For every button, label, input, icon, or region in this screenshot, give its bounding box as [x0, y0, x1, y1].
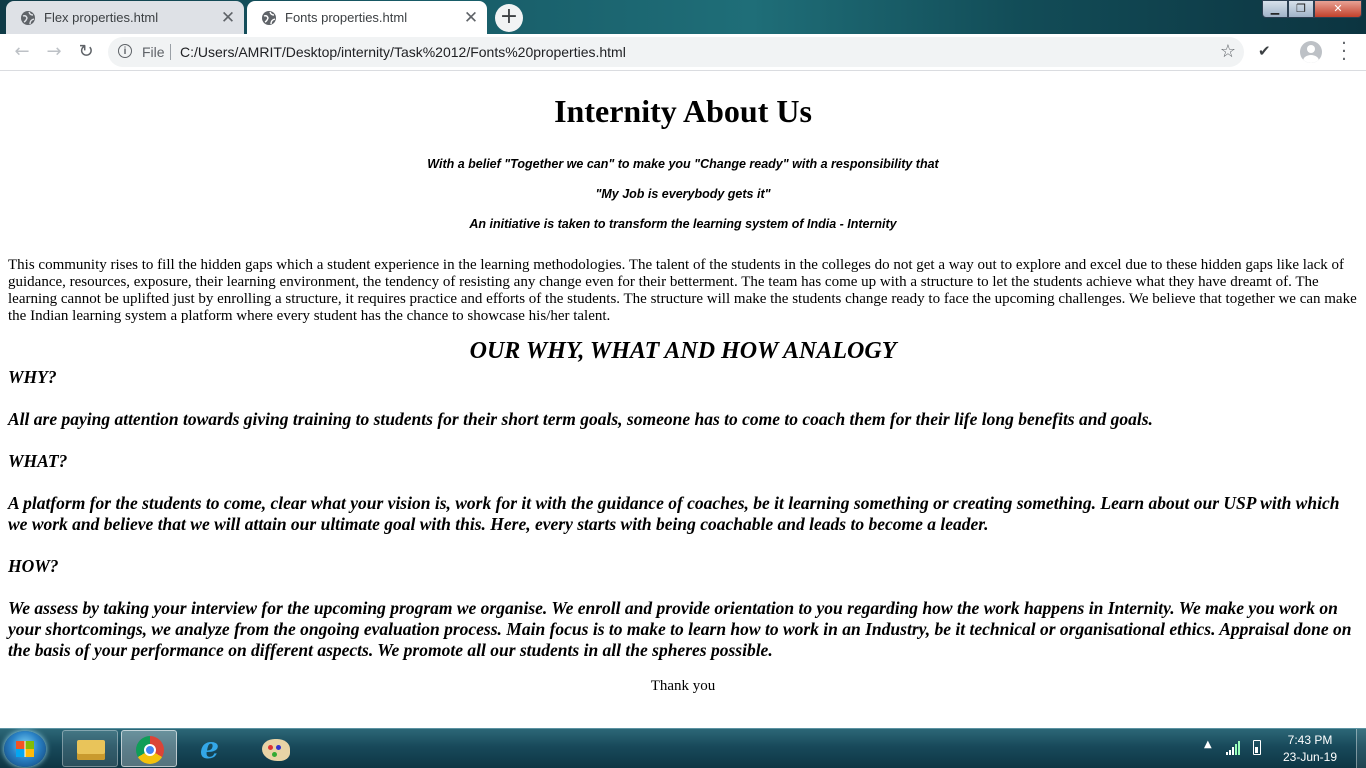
globe-icon	[21, 10, 35, 25]
how-label: HOW?	[8, 556, 59, 576]
analogy-heading: OUR WHY, WHAT AND HOW ANALOGY	[469, 338, 897, 364]
taskbar-paint[interactable]	[247, 730, 303, 767]
close-tab-icon[interactable]: ✕	[216, 8, 240, 28]
show-desktop-button[interactable]	[1356, 729, 1366, 768]
clock-time[interactable]: 7:43 PM	[1270, 733, 1350, 747]
why-text: All are paying attention towards giving …	[8, 409, 1153, 429]
closing-text: Thank you	[650, 678, 716, 694]
tab-fonts-properties[interactable]: Fonts properties.html ✕	[247, 1, 487, 34]
taskbar-internet-explorer[interactable]: e	[185, 730, 241, 767]
url-scheme-label: File	[142, 44, 165, 60]
folder-icon	[77, 740, 105, 760]
tab-title: Fonts properties.html	[285, 10, 408, 25]
tagline: With a belief "Together we can" to make …	[427, 157, 939, 171]
tab-title: Flex properties.html	[44, 10, 159, 25]
page-title: Internity About Us	[554, 93, 812, 129]
divider	[170, 44, 171, 60]
about-paragraph: This community rises to fill the hidden …	[8, 257, 1357, 324]
tab-flex-properties[interactable]: Flex properties.html ✕	[6, 1, 244, 34]
extension-check-icon[interactable]: ✔	[1258, 42, 1271, 60]
what-label: WHAT?	[8, 451, 68, 471]
show-hidden-icons-icon[interactable]: ▲	[1204, 739, 1212, 750]
taskbar-chrome[interactable]	[121, 730, 177, 767]
taskbar-explorer[interactable]	[62, 730, 118, 767]
what-text: A platform for the students to come, cle…	[8, 493, 1340, 534]
forward-icon[interactable]: →	[42, 40, 66, 64]
close-window-button[interactable]: ✕	[1314, 0, 1362, 18]
network-signal-icon[interactable]	[1226, 741, 1240, 755]
start-button[interactable]	[4, 731, 46, 767]
internet-explorer-icon: e	[200, 731, 220, 766]
browser-toolbar: ← → ↻ i File C:/Users/AMRIT/Desktop/inte…	[0, 34, 1366, 71]
close-tab-icon[interactable]: ✕	[459, 8, 483, 28]
windows-taskbar: e ▲ 7:43 PM 23-Jun-19	[0, 728, 1366, 768]
browser-titlebar: Flex properties.html ✕ Fonts properties.…	[0, 0, 1366, 34]
chrome-icon	[136, 736, 164, 764]
globe-icon	[262, 10, 276, 25]
url-text[interactable]: C:/Users/AMRIT/Desktop/internity/Task%20…	[180, 44, 626, 60]
why-label: WHY?	[8, 367, 57, 387]
new-tab-button[interactable]: +	[495, 4, 523, 32]
battery-icon[interactable]	[1253, 740, 1261, 755]
page-content: Internity About Us With a belief "Togeth…	[0, 71, 1366, 728]
how-text: We assess by taking your interview for t…	[8, 598, 1352, 660]
minimize-button[interactable]: ▁	[1262, 0, 1288, 18]
menu-dots-icon[interactable]: · · ·	[1338, 35, 1350, 69]
windows-logo-icon	[16, 741, 34, 757]
address-bar[interactable]: i File C:/Users/AMRIT/Desktop/internity/…	[108, 37, 1244, 67]
tagline: An initiative is taken to transform the …	[469, 217, 897, 231]
info-icon[interactable]: i	[118, 44, 132, 58]
bookmark-star-icon[interactable]: ☆	[1220, 41, 1236, 62]
back-icon[interactable]: ←	[10, 40, 34, 64]
reload-icon[interactable]: ↻	[74, 40, 98, 64]
clock-date[interactable]: 23-Jun-19	[1270, 750, 1350, 764]
restore-button[interactable]: ❐	[1288, 0, 1314, 18]
profile-avatar-icon[interactable]	[1300, 41, 1322, 63]
paint-icon	[262, 739, 290, 761]
tagline: "My Job is everybody gets it"	[595, 187, 771, 201]
